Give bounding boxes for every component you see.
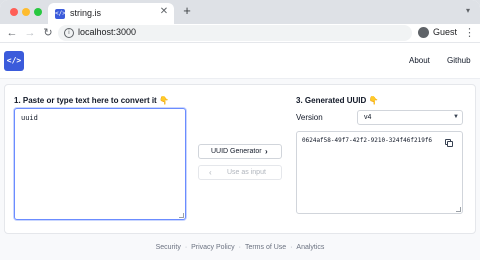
pointing-down-icon: 👇 <box>368 96 379 105</box>
nav-about-link[interactable]: About <box>409 56 430 65</box>
tab-title: string.is <box>70 8 102 18</box>
reload-icon[interactable]: ↻ <box>41 26 55 40</box>
back-icon[interactable]: ← <box>5 26 19 40</box>
output-textarea[interactable]: 0624af58-49f7-42f2-9210-324f46f219f6 <box>296 131 463 214</box>
version-value: v4 <box>364 114 372 121</box>
use-as-input-label: Use as input <box>227 169 266 176</box>
use-as-input-button[interactable]: ‹ Use as input <box>198 165 282 180</box>
forward-icon[interactable]: → <box>23 26 37 40</box>
more-menu-icon[interactable]: ⋮ <box>464 26 475 40</box>
pointing-down-icon: 👇 <box>158 96 169 105</box>
copy-icon[interactable] <box>445 139 454 148</box>
version-select[interactable]: v4 ▼ <box>357 110 463 125</box>
input-title-text: 1. Paste or type text here to convert it <box>14 96 157 105</box>
new-tab-icon[interactable]: + <box>180 4 194 18</box>
address-bar[interactable]: i localhost:3000 <box>58 25 412 41</box>
browser-toolbar: ← → ↻ i localhost:3000 Guest ⋮ <box>0 24 480 42</box>
chevron-left-icon: ‹ <box>209 168 212 177</box>
input-section-title: 1. Paste or type text here to convert it… <box>14 96 169 105</box>
tab-close-icon[interactable]: ✕ <box>158 6 170 18</box>
guest-avatar-icon <box>418 27 429 38</box>
nav-github-link[interactable]: Github <box>447 56 471 65</box>
profile-button[interactable]: Guest <box>416 25 460 41</box>
tab-search-icon[interactable]: ▾ <box>463 6 473 16</box>
minimize-window-button[interactable] <box>22 8 30 16</box>
footer-link-privacy[interactable]: Privacy Policy <box>191 244 235 251</box>
footer-link-analytics[interactable]: Analytics <box>296 244 324 251</box>
resize-grip-icon[interactable] <box>456 207 461 212</box>
browser-window: </> string.is ✕ + ▾ ← → ↻ i localhost:30… <box>0 0 480 260</box>
footer-separator: · <box>238 244 241 251</box>
version-label: Version <box>296 113 323 122</box>
chevron-right-icon: › <box>265 147 268 156</box>
logo-icon[interactable]: </> <box>4 51 24 71</box>
input-textarea[interactable]: uuid <box>14 108 186 220</box>
output-title-text: 3. Generated UUID <box>296 96 367 105</box>
footer-separator: · <box>184 244 188 251</box>
footer-link-security[interactable]: Security <box>156 244 181 251</box>
generated-uuid: 0624af58-49f7-42f2-9210-324f46f219f6 <box>302 137 433 144</box>
footer: Security · Privacy Policy · Terms of Use… <box>0 244 480 256</box>
tab-strip: </> string.is ✕ + ▾ <box>0 0 480 24</box>
output-section-title: 3. Generated UUID 👇 <box>296 96 378 105</box>
profile-name: Guest <box>433 27 458 37</box>
favicon-icon: </> <box>55 9 66 19</box>
tab-string-is[interactable]: </> string.is ✕ <box>48 3 174 24</box>
site-info-icon[interactable]: i <box>64 28 74 38</box>
input-text: uuid <box>21 114 38 122</box>
address-url: localhost:3000 <box>78 27 137 37</box>
footer-link-terms[interactable]: Terms of Use <box>245 244 286 251</box>
close-window-button[interactable] <box>10 8 18 16</box>
site-header: </> About Github <box>0 43 480 79</box>
footer-separator: · <box>290 244 293 251</box>
uuid-generator-button[interactable]: UUID Generator › <box>198 144 282 159</box>
uuid-generator-label: UUID Generator <box>211 148 262 155</box>
copy-icon-front <box>447 141 453 147</box>
chevron-down-icon: ▼ <box>453 114 459 120</box>
resize-grip-icon[interactable] <box>179 213 184 218</box>
maximize-window-button[interactable] <box>34 8 42 16</box>
